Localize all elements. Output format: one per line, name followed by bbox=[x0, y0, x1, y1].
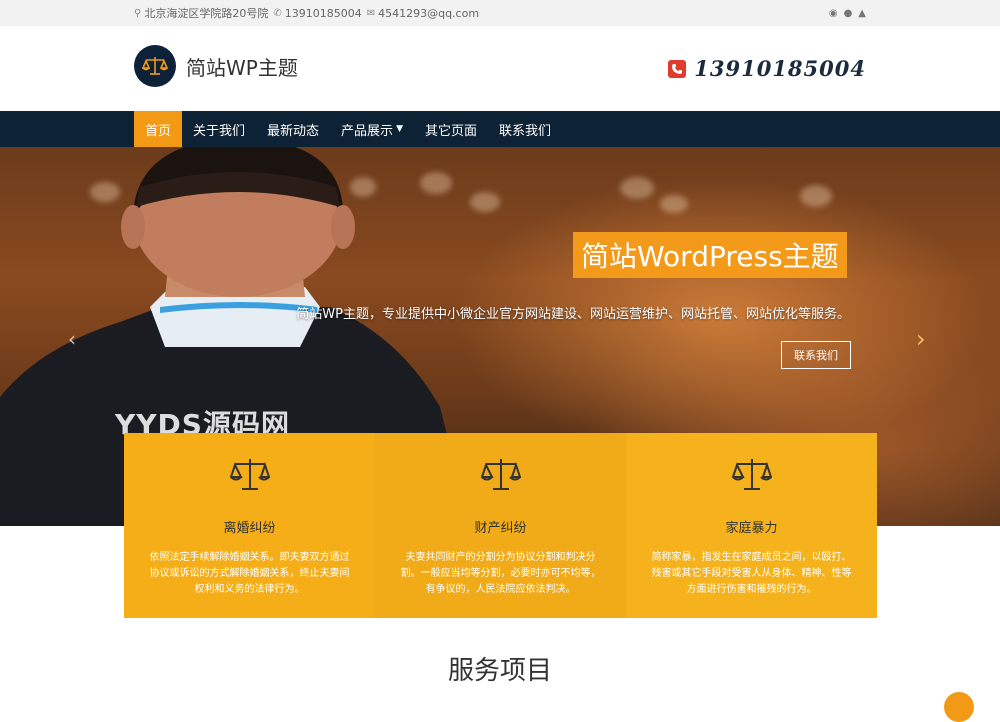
phone-icon: ✆ bbox=[273, 7, 282, 19]
bokeh-light bbox=[660, 195, 688, 213]
top-info-bar: ⚲ 北京海淀区学院路20号院 ✆ 13910185004 ✉ 4541293@qq.c… bbox=[0, 0, 1000, 26]
location-icon: ⚲ bbox=[134, 7, 142, 19]
hotline: 13910185004 bbox=[668, 56, 866, 81]
scales-icon bbox=[134, 45, 176, 87]
site-name[interactable]: 简站WP主题 bbox=[186, 52, 298, 81]
phone: ✆ 13910185004 bbox=[273, 7, 361, 20]
nav-item-products[interactable]: 产品展示 ▼ bbox=[330, 111, 414, 147]
hotline-number: 13910185004 bbox=[694, 56, 866, 81]
scales-icon bbox=[229, 459, 270, 490]
scales-icon bbox=[480, 459, 521, 490]
feature-card[interactable]: 家庭暴力 简称家暴，指发生在家庭成员之间，以殴打、残害或其它手段对受害人从身体、… bbox=[626, 433, 877, 618]
bokeh-light bbox=[800, 185, 832, 207]
chevron-down-icon: ▼ bbox=[396, 124, 403, 134]
back-to-top-button[interactable] bbox=[944, 692, 974, 722]
address: ⚲ 北京海淀区学院路20号院 bbox=[134, 5, 268, 21]
address-text: 北京海淀区学院路20号院 bbox=[144, 7, 269, 20]
qq-icon[interactable]: ▲ bbox=[858, 8, 866, 19]
nav-label: 联系我们 bbox=[499, 123, 552, 139]
bokeh-light bbox=[470, 192, 500, 212]
chevron-right-icon[interactable]: › bbox=[916, 325, 926, 353]
nav-label: 产品展示 bbox=[341, 123, 394, 139]
mail-icon: ✉ bbox=[366, 7, 376, 19]
chevron-left-icon[interactable]: ‹ bbox=[68, 327, 76, 351]
main-nav: 首页 关于我们 最新动态 产品展示 ▼ 其它页面 联系我们 bbox=[0, 111, 1000, 147]
card-title: 财产纠纷 bbox=[474, 521, 527, 536]
feature-card[interactable]: 财产纠纷 夫妻共同财产的分割分为协议分割和判决分割。一般应当均等分割，必要时亦可… bbox=[375, 433, 626, 618]
feature-cards: 离婚纠纷 依照法定手续解除婚姻关系。即夫妻双方通过协议或诉讼的方式解除婚姻关系，… bbox=[124, 433, 877, 618]
hero-subtitle: 简站WP主题，专业提供中小微企业官方网站建设、网站运营维护、网站托管、网站优化等… bbox=[296, 307, 850, 322]
card-desc: 简称家暴，指发生在家庭成员之间，以殴打、残害或其它手段对受害人从身体、精神、性等… bbox=[651, 552, 852, 595]
nav-item-other[interactable]: 其它页面 bbox=[414, 111, 488, 147]
nav-label: 关于我们 bbox=[193, 123, 246, 139]
card-title: 家庭暴力 bbox=[725, 521, 778, 536]
bokeh-light bbox=[620, 177, 654, 199]
nav-item-contact[interactable]: 联系我们 bbox=[488, 111, 562, 147]
card-desc: 夫妻共同财产的分割分为协议分割和判决分割。一般应当均等分割，必要时亦可不均等，有… bbox=[400, 552, 601, 595]
feature-card[interactable]: 离婚纠纷 依照法定手续解除婚姻关系。即夫妻双方通过协议或诉讼的方式解除婚姻关系，… bbox=[124, 433, 375, 618]
scales-icon bbox=[731, 459, 772, 490]
hero-title: 简站WordPress主题 bbox=[573, 232, 847, 278]
header: 简站WP主题 13910185004 bbox=[0, 26, 1000, 111]
email-text[interactable]: 4541293@qq.com bbox=[378, 7, 479, 20]
nav-label: 其它页面 bbox=[424, 123, 477, 139]
card-desc: 依照法定手续解除婚姻关系。即夫妻双方通过协议或诉讼的方式解除婚姻关系，终止夫妻间… bbox=[149, 552, 350, 595]
wechat-icon[interactable]: ● bbox=[844, 8, 853, 19]
weibo-icon[interactable]: ◉ bbox=[829, 8, 838, 19]
phone-text: 13910185004 bbox=[284, 6, 362, 20]
email[interactable]: ✉ 4541293@qq.com bbox=[367, 7, 479, 20]
nav-item-news[interactable]: 最新动态 bbox=[256, 111, 330, 147]
site-logo[interactable]: 简站WP主题 bbox=[134, 45, 298, 87]
nav-item-home[interactable]: 首页 bbox=[134, 111, 183, 147]
contact-button[interactable]: 联系我们 bbox=[781, 341, 851, 369]
phone-icon bbox=[668, 59, 687, 78]
card-title: 离婚纠纷 bbox=[223, 521, 276, 536]
section-title: 服务项目 bbox=[447, 656, 552, 686]
nav-label: 最新动态 bbox=[267, 123, 320, 139]
nav-item-about[interactable]: 关于我们 bbox=[182, 111, 256, 147]
nav-label: 首页 bbox=[145, 123, 172, 139]
